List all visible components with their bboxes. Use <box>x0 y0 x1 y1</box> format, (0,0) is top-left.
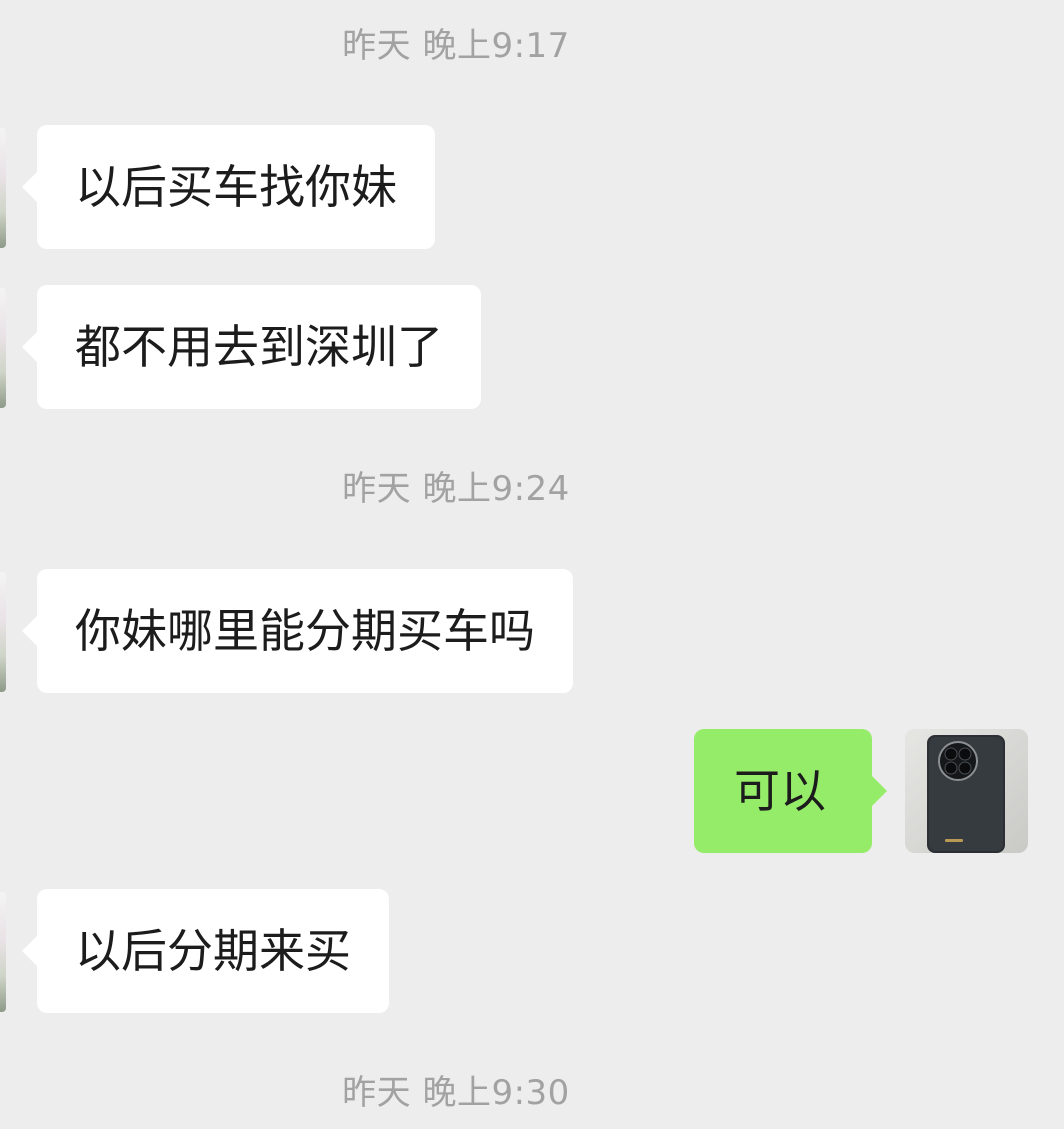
phone-photo-avatar-icon <box>905 729 1028 853</box>
timestamp-3: 昨天 晚上9:30 <box>342 1073 570 1113</box>
self-avatar[interactable] <box>905 729 1028 853</box>
incoming-message-bubble[interactable]: 以后买车找你妹 <box>22 125 435 249</box>
incoming-message-bubble[interactable]: 都不用去到深圳了 <box>22 285 481 409</box>
contact-avatar[interactable] <box>0 892 6 1012</box>
contact-avatar[interactable] <box>0 128 6 248</box>
contact-avatar[interactable] <box>0 288 6 408</box>
outgoing-message-bubble[interactable]: 可以 <box>694 729 887 853</box>
incoming-message-bubble[interactable]: 你妹哪里能分期买车吗 <box>22 569 573 693</box>
timestamp-1: 昨天 晚上9:17 <box>342 26 570 66</box>
timestamp-2: 昨天 晚上9:24 <box>342 469 570 509</box>
incoming-message-bubble[interactable]: 以后分期来买 <box>22 889 389 1013</box>
contact-avatar[interactable] <box>0 572 6 692</box>
